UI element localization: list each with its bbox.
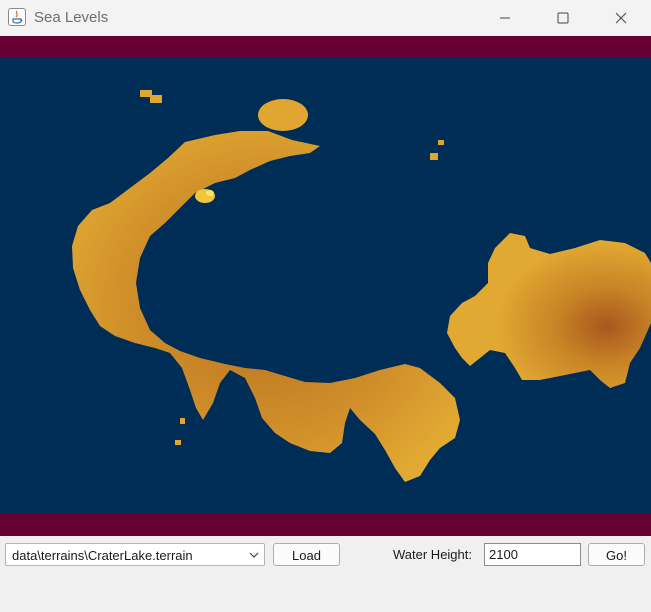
terrain-image [72, 90, 651, 482]
islet [438, 140, 444, 145]
water-height-label: Water Height: [393, 547, 472, 562]
terrain-file-select[interactable]: data\terrains\CraterLake.terrain [5, 543, 265, 566]
islet [175, 440, 181, 445]
close-icon [615, 12, 627, 24]
java-app-icon [8, 8, 26, 26]
rim-peak [206, 190, 214, 196]
minimize-icon [500, 17, 510, 19]
crater-rim-island [72, 131, 460, 482]
terrain-file-value: data\terrains\CraterLake.terrain [12, 548, 193, 563]
title-bar: Sea Levels [0, 0, 651, 36]
terrain-map [0, 58, 651, 513]
north-islet [258, 99, 308, 131]
maximize-icon [557, 12, 569, 24]
islet [180, 418, 185, 424]
close-button[interactable] [592, 0, 650, 36]
go-button[interactable]: Go! [588, 543, 645, 566]
window-title: Sea Levels [34, 9, 109, 26]
chevron-down-icon [249, 552, 259, 558]
maximize-button[interactable] [534, 0, 592, 36]
load-button[interactable]: Load [273, 543, 340, 566]
water-height-input[interactable] [484, 543, 581, 566]
east-island [447, 233, 651, 388]
control-bar: data\terrains\CraterLake.terrain Load Wa… [0, 536, 651, 612]
minimize-button[interactable] [476, 0, 534, 36]
terrain-view-frame [0, 36, 651, 536]
islet [150, 95, 162, 103]
islet [430, 153, 438, 160]
